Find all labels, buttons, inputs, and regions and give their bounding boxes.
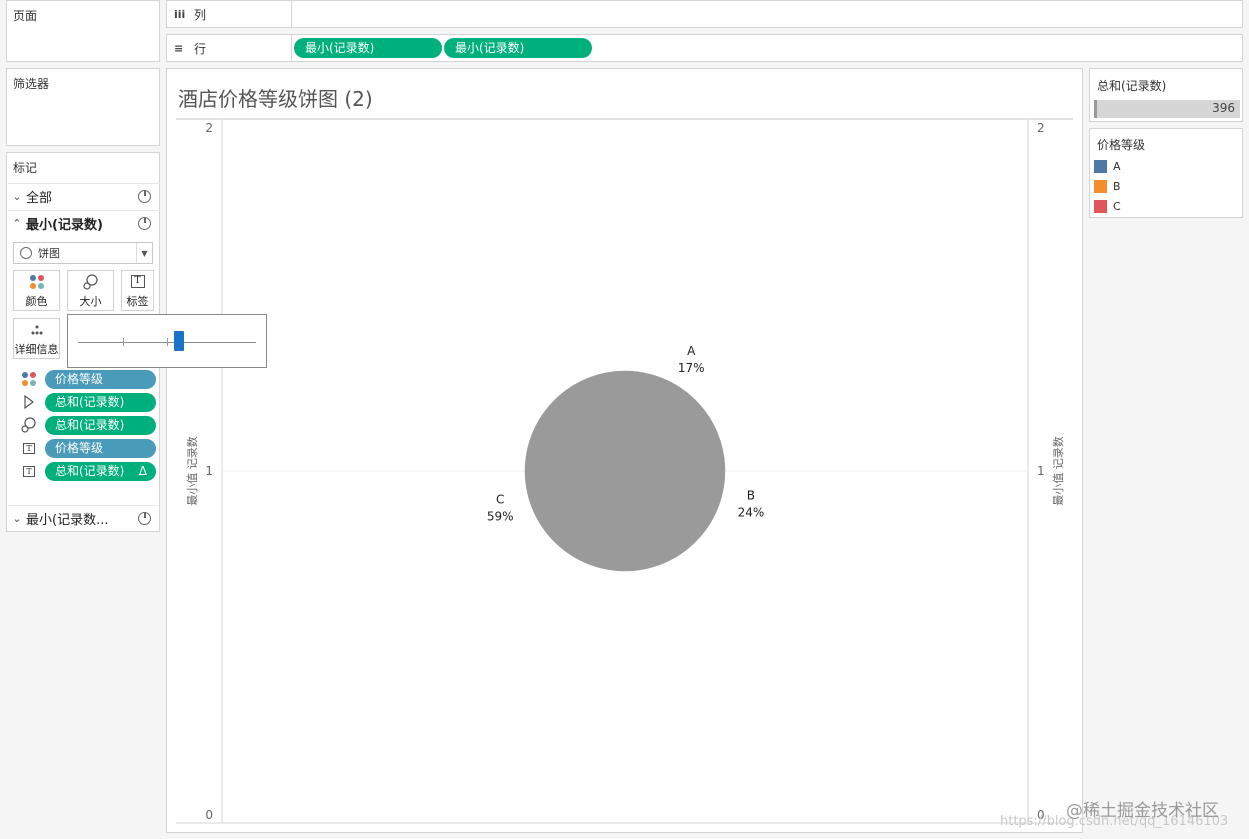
color-button-label: 颜色 (25, 294, 48, 308)
chevron-up-icon: ⌃ (12, 217, 22, 230)
legend-item-label: A (1113, 160, 1121, 173)
rows-pill[interactable]: 最小(记录数) (444, 38, 592, 58)
color-legend-title: 价格等级 (1097, 138, 1146, 152)
columns-shelf-label: iii 列 (167, 1, 292, 27)
legend-item-label: C (1113, 200, 1121, 213)
label-icon: T (20, 465, 38, 477)
marks-field-row[interactable]: 总和(记录数) (20, 415, 156, 435)
size-button[interactable]: 大小 (67, 270, 114, 311)
pie-label-name: B (747, 488, 755, 502)
pie-icon (138, 190, 151, 203)
field-pill-label: 总和(记录数) (55, 463, 125, 478)
pages-panel[interactable]: 页面 (6, 0, 160, 62)
legend-item[interactable]: A (1094, 160, 1121, 173)
marks-card-min-records[interactable]: ⌃ 最小(记录数) (8, 210, 160, 236)
chevron-down-icon: ⌄ (12, 190, 22, 203)
worksheet-view: 酒店价格等级饼图 (2) 2 1 0 2 1 0 最小值 记录数 最小值 记录数… (166, 68, 1083, 833)
y-tick-right: 1 (1037, 464, 1045, 478)
color-icon (20, 372, 38, 386)
y-tick-left: 0 (205, 808, 213, 822)
field-pill[interactable]: 价格等级 (45, 369, 156, 389)
size-slider-tick (123, 338, 124, 346)
marks-field-row[interactable]: 价格等级 (20, 369, 156, 389)
size-legend[interactable]: 总和(记录数) 396 (1089, 68, 1243, 122)
size-icon (20, 417, 38, 433)
size-icon (82, 273, 99, 291)
angle-icon (20, 395, 38, 409)
pie-label-name: C (496, 492, 504, 506)
label-button[interactable]: T 标签 (121, 270, 154, 311)
color-button[interactable]: 颜色 (13, 270, 60, 311)
marks-card-label: 全部 (26, 191, 53, 206)
rows-icon: ≡ (174, 41, 184, 55)
table-calc-icon: Δ (138, 463, 147, 478)
label-icon: T (130, 273, 145, 291)
filters-panel[interactable]: 筛选器 (6, 68, 160, 146)
size-slider-popup (67, 314, 267, 368)
marks-title: 标记 (13, 161, 38, 175)
watermark: @稀土掘金技术社区 (1066, 801, 1219, 821)
filters-title: 筛选器 (13, 77, 50, 91)
legend-swatch (1094, 200, 1107, 213)
pie-chart[interactable]: 2 1 0 2 1 0 最小值 记录数 最小值 记录数 A17%B24%C59% (167, 69, 1082, 832)
detail-button[interactable]: 详细信息 (13, 318, 60, 359)
pie-slices (524, 370, 726, 572)
rows-shelf-label: ≡ 行 (167, 35, 292, 61)
size-slider-tick (167, 338, 168, 346)
pie-label-percent: 24% (738, 505, 765, 519)
mark-type-dropdown[interactable]: 饼图 ▼ (13, 242, 153, 264)
field-pill[interactable]: 总和(记录数) (45, 415, 156, 435)
legend-item[interactable]: B (1094, 180, 1121, 193)
color-icon (29, 273, 44, 291)
size-slider-handle[interactable] (174, 331, 184, 351)
marks-field-row[interactable]: T 总和(记录数) Δ (20, 461, 156, 481)
y-tick-left: 2 (205, 121, 213, 135)
y-tick-right: 2 (1037, 121, 1045, 135)
columns-icon: iii (174, 7, 186, 21)
marks-card-label: 最小(记录数... (26, 513, 109, 528)
rows-shelf-text: 行 (194, 41, 207, 56)
y-axis-label-right: 最小值 记录数 (1052, 436, 1065, 506)
size-legend-title: 总和(记录数) (1097, 79, 1167, 93)
chevron-down-icon: ⌄ (12, 512, 22, 525)
size-button-label: 大小 (79, 294, 102, 308)
legend-swatch (1094, 160, 1107, 173)
pie-label-name: A (687, 344, 696, 358)
columns-shelf[interactable]: iii 列 (166, 0, 1243, 28)
marks-field-row[interactable]: 总和(记录数) (20, 392, 156, 412)
columns-shelf-text: 列 (194, 7, 207, 22)
pages-title: 页面 (13, 9, 38, 23)
mark-type-value: 饼图 (38, 247, 60, 260)
size-legend-bar: 396 (1094, 100, 1240, 118)
pie-icon (20, 247, 32, 259)
pie-icon (138, 512, 151, 525)
rows-shelf[interactable]: ≡ 行 最小(记录数) 最小(记录数) (166, 34, 1243, 62)
marks-card-min-records-2[interactable]: ⌄ 最小(记录数... (8, 505, 160, 531)
size-legend-value: 396 (1212, 101, 1235, 115)
dropdown-arrow-icon: ▼ (136, 243, 152, 263)
y-axis-label-left: 最小值 记录数 (186, 436, 199, 506)
y-tick-left: 1 (205, 464, 213, 478)
pie-label-percent: 59% (487, 509, 514, 523)
pie-icon (138, 217, 151, 230)
field-pill[interactable]: 总和(记录数) Δ (45, 461, 156, 481)
field-pill[interactable]: 价格等级 (45, 438, 156, 458)
rows-pill[interactable]: 最小(记录数) (294, 38, 442, 58)
pie-label-percent: 17% (678, 361, 705, 375)
marks-card-label: 最小(记录数) (26, 218, 103, 233)
label-icon: T (20, 442, 38, 454)
detail-icon (30, 321, 44, 339)
legend-swatch (1094, 180, 1107, 193)
label-button-label: 标签 (126, 294, 149, 308)
marks-field-row[interactable]: T 价格等级 (20, 438, 156, 458)
marks-card-all[interactable]: ⌄ 全部 (8, 183, 160, 209)
field-pill[interactable]: 总和(记录数) (45, 392, 156, 412)
legend-item[interactable]: C (1094, 200, 1121, 213)
color-legend[interactable]: 价格等级 A B C (1089, 128, 1243, 218)
legend-item-label: B (1113, 180, 1121, 193)
detail-button-label: 详细信息 (14, 342, 59, 356)
